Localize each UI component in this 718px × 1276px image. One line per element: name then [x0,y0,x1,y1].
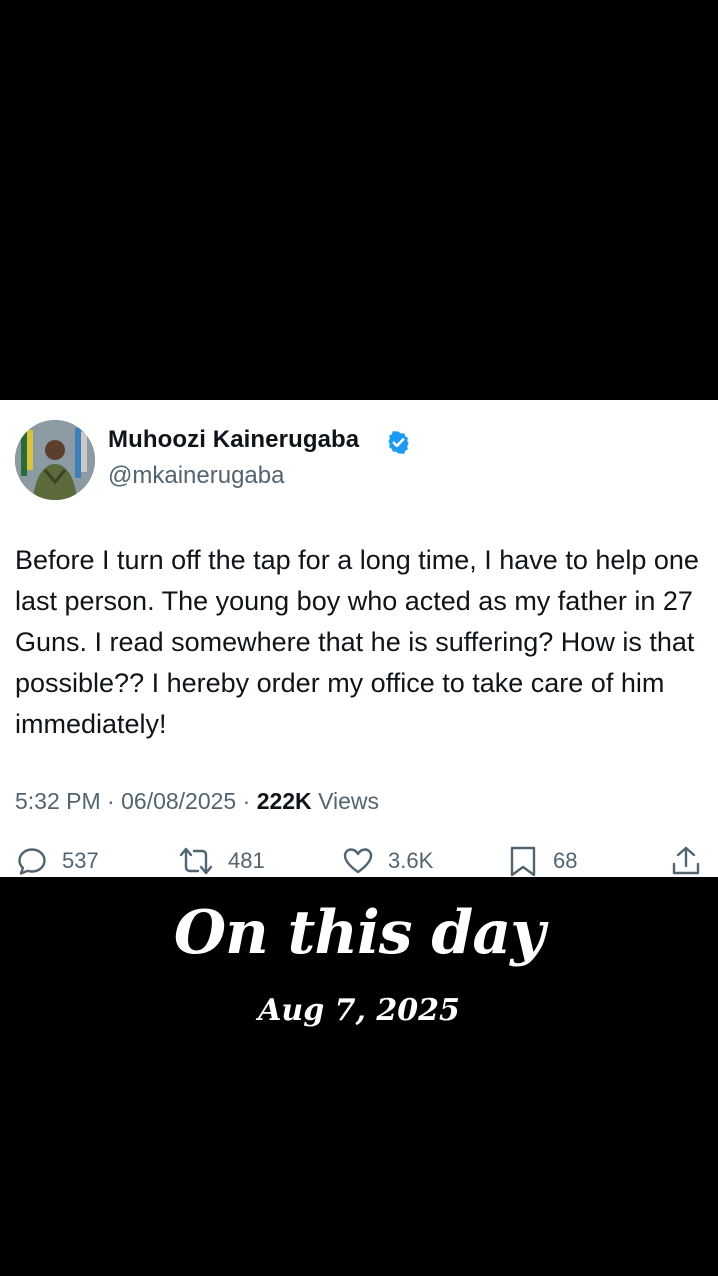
reply-button[interactable]: 537 [16,845,99,877]
repost-button[interactable]: 481 [176,845,265,877]
repost-icon [179,847,213,875]
bookmark-button[interactable]: 68 [507,845,577,877]
action-bar: 537 481 3.6K 68 [0,845,718,877]
like-button[interactable]: 3.6K [342,845,433,877]
bookmark-icon [510,846,536,877]
profile-photo-icon [15,420,95,500]
share-button[interactable] [670,845,702,877]
tweet-time[interactable]: 5:32 PM [15,788,101,814]
views-label: Views [318,788,379,814]
like-count: 3.6K [388,848,434,873]
meta-separator: · [242,788,251,814]
avatar[interactable] [15,420,95,500]
verified-badge-icon [388,431,409,454]
tweet-text: Before I turn off the tap for a long tim… [15,545,699,739]
tweet-card[interactable]: Muhoozi Kainerugaba @mkainerugaba Before… [0,400,718,877]
repost-count: 481 [228,848,265,873]
meta-separator: · [107,788,115,814]
tweet-date[interactable]: 06/08/2025 [121,788,236,814]
heart-icon [343,848,373,874]
overlay-date: Aug 7, 2025 [258,993,460,1028]
handle[interactable]: @mkainerugaba [108,462,284,490]
share-icon [672,846,700,875]
overlay-title: On this day [173,898,545,968]
views-count: 222K [256,788,312,814]
display-name[interactable]: Muhoozi Kainerugaba [108,426,359,454]
bookmark-count: 68 [553,848,578,873]
reply-icon [18,848,46,875]
reply-count: 537 [62,848,99,873]
tweet-meta: 5:32 PM · 06/08/2025 · 222K Views [15,788,379,815]
